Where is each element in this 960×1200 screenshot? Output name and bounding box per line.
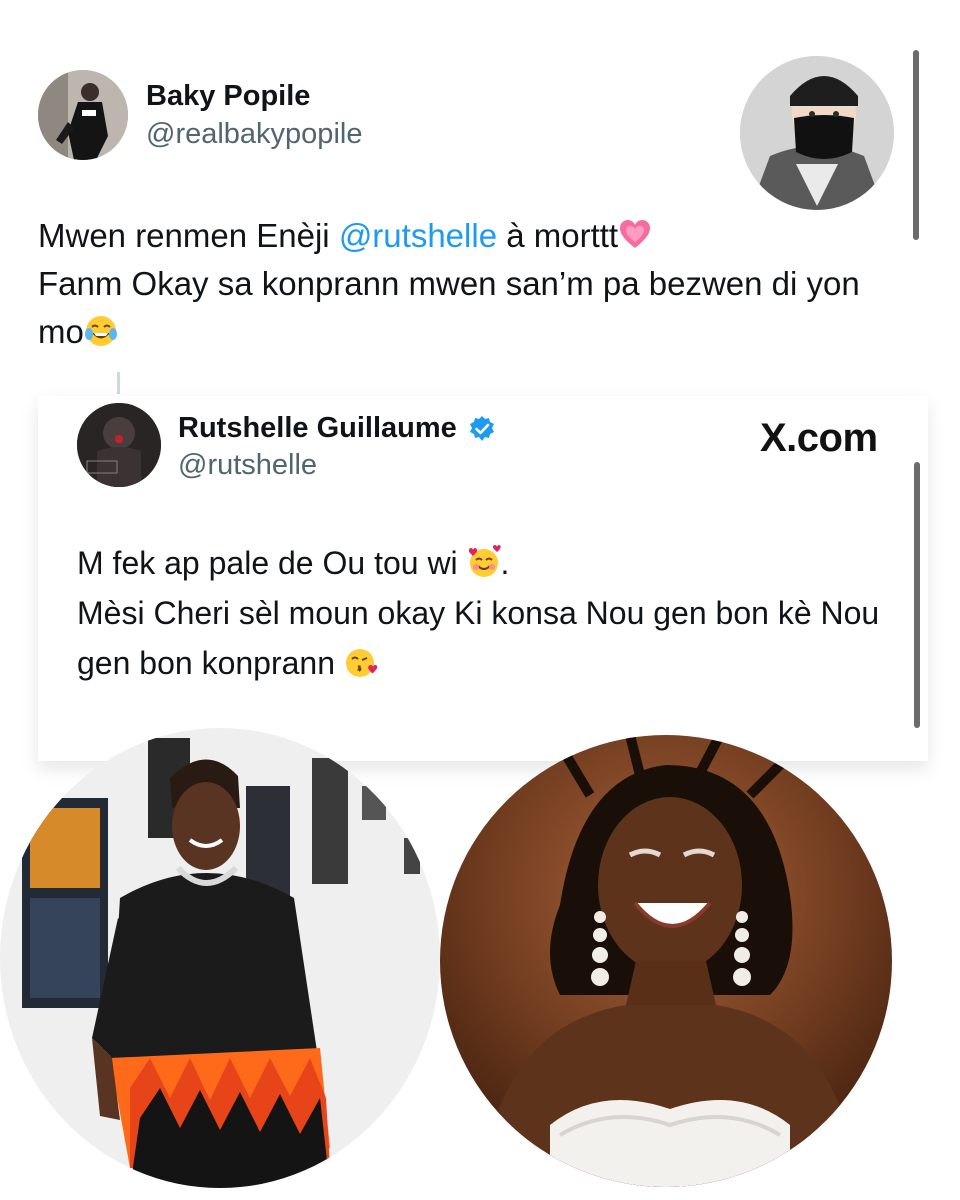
top-tweet-text-part-b: à morttt <box>497 217 619 254</box>
top-tweet-line-1: Mwen renmen Enèji @rutshelle à morttt <box>38 212 918 260</box>
top-tweet-text-part-c: mo <box>38 313 84 350</box>
smiling-face-with-hearts-emoji-icon <box>467 545 501 579</box>
woman-portrait-photo <box>440 735 892 1187</box>
top-tweet-text-part-a: Mwen renmen Enèji <box>38 217 339 254</box>
quoted-tweet-line-2: Mèsi Cheri sèl moun okay Ki konsa Nou ge… <box>77 595 880 631</box>
quoted-tweet-text-part-a: M fek ap pale de Ou tou wi <box>77 545 458 581</box>
quoted-tweet-author-name[interactable]: Rutshelle Guillaume <box>178 412 457 445</box>
viewer-profile-avatar[interactable] <box>740 56 894 210</box>
quoted-tweet-line-1: M fek ap pale de Ou tou wi . <box>77 538 917 588</box>
quoted-tweet-line-3: gen bon konprann <box>77 638 917 688</box>
verified-badge-icon <box>468 415 496 443</box>
top-tweet-avatar[interactable] <box>38 70 128 160</box>
mention-link[interactable]: @rutshelle <box>339 217 497 254</box>
top-tweet-author-handle[interactable]: @realbakypopile <box>146 118 362 151</box>
top-tweet-text: Mwen renmen Enèji @rutshelle à morttt Fa… <box>38 212 918 356</box>
quoted-tweet-text-period: . <box>500 545 510 581</box>
growing-heart-emoji-icon <box>618 218 652 252</box>
top-tweet-author-name[interactable]: Baky Popile <box>146 80 310 113</box>
quoted-tweet-text-part-c: gen bon konprann <box>77 645 335 681</box>
man-portrait-photo <box>0 728 440 1188</box>
face-blowing-kiss-emoji-icon <box>344 645 378 679</box>
quoted-tweet-author-handle[interactable]: @rutshelle <box>178 449 317 482</box>
top-tweet-line-2: Fanm Okay sa konprann mwen san’m pa bezw… <box>38 265 860 302</box>
quoted-tweet-text: M fek ap pale de Ou tou wi . Mèsi Cheri … <box>77 538 917 688</box>
thread-connector-line <box>117 372 120 394</box>
quoted-tweet-avatar[interactable] <box>77 403 161 487</box>
top-tweet-line-3: mo <box>38 308 918 356</box>
tears-of-joy-emoji-icon <box>84 314 118 348</box>
source-watermark: X.com <box>760 416 878 460</box>
